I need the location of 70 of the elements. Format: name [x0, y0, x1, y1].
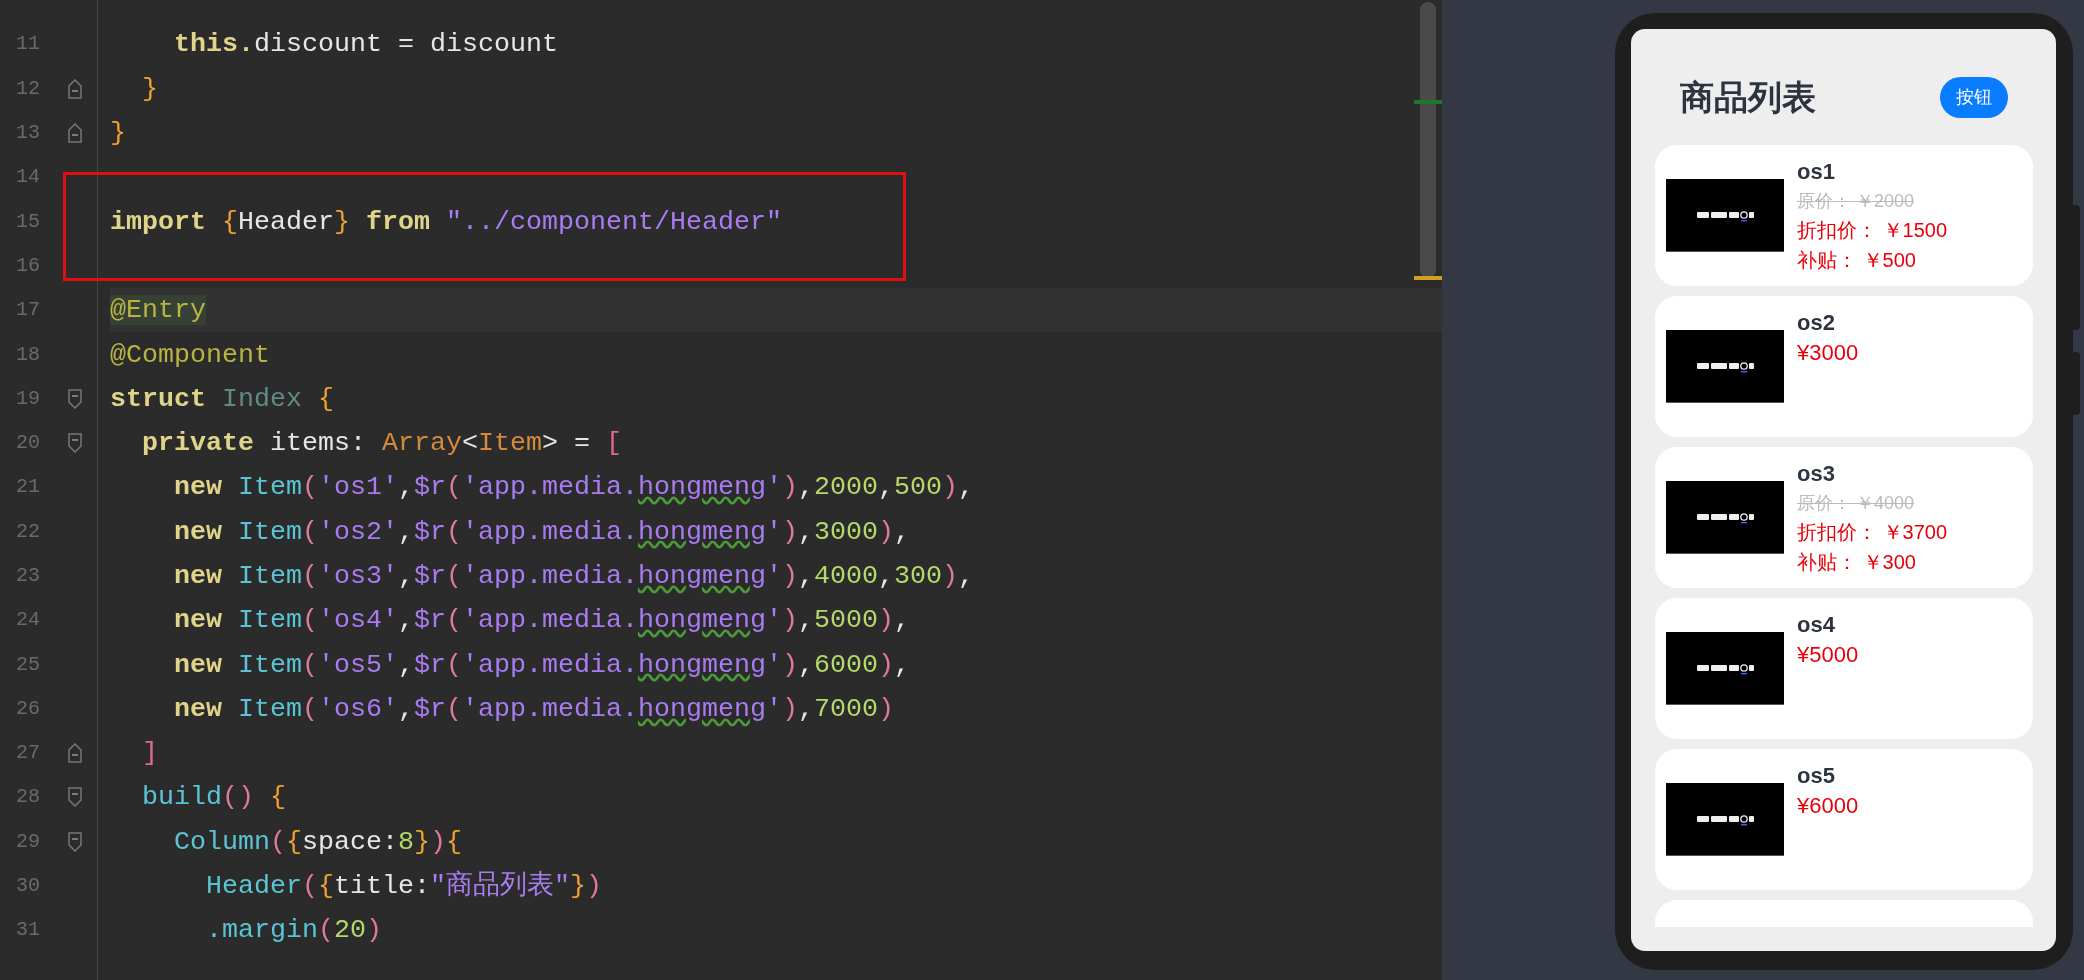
- line-number: 22: [15, 518, 40, 545]
- code-line: @Component: [110, 338, 270, 372]
- code-line: new Item('os3',$r('app.media.hongmeng'),4000,300),: [173, 560, 974, 593]
- line-number: 24: [15, 607, 40, 634]
- fold-icon[interactable]: [67, 743, 83, 764]
- code-line: new Item('os6',$r('app.media.hongmeng'),7000): [173, 692, 894, 726]
- line-number: 28: [15, 784, 40, 811]
- code-line: Column({space:8}){: [173, 825, 462, 859]
- subsidy-amount: 补贴： ￥300: [1797, 550, 1917, 575]
- code-line: new Item('os4',$r('app.media.hongmeng'),5000),: [173, 604, 910, 638]
- product-card[interactable]: os3 原价： ￥4000 折扣价： ￥3700 补贴： ￥300: [1655, 447, 2033, 588]
- fold-icon[interactable]: [67, 787, 83, 808]
- line-number: 15: [15, 208, 40, 235]
- line-number: 17: [15, 297, 40, 324]
- product-card[interactable]: os1 原价： ￥2000 折扣价： ￥1500 补贴： ￥500: [1655, 145, 2033, 286]
- code-line: new Item('os5',$r('app.media.hongmeng'),6000),: [173, 648, 910, 682]
- discount-price: 折扣价： ￥3700: [1797, 520, 1948, 545]
- code-line: build() {: [141, 781, 286, 815]
- product-price: ¥5000: [1797, 641, 1859, 669]
- original-price: 原价： ￥2000: [1797, 190, 1916, 213]
- line-number: 30: [15, 873, 40, 900]
- product-card[interactable]: os5 ¥6000: [1655, 749, 2033, 890]
- fold-icon[interactable]: [67, 433, 83, 454]
- line-number: 23: [15, 563, 40, 589]
- change-marker: [1414, 100, 1442, 104]
- warning-marker: [1414, 276, 1442, 280]
- header-button[interactable]: 按钮: [1940, 76, 2008, 118]
- code-line: .margin(20): [204, 914, 382, 948]
- fold-icon[interactable]: [67, 78, 83, 99]
- line-number: 20: [15, 430, 40, 457]
- product-card[interactable]: os4 ¥5000: [1655, 598, 2033, 739]
- line-number: 14: [15, 164, 40, 191]
- subsidy-amount: 补贴： ￥500: [1797, 248, 1917, 273]
- code-line: new Item('os2',$r('app.media.hongmeng'),3000),: [173, 515, 910, 549]
- line-number: 11: [15, 31, 40, 58]
- product-name: os3: [1797, 460, 1836, 488]
- product-price: ¥6000: [1797, 792, 1859, 820]
- line-number: 27: [15, 740, 40, 767]
- code-line: new Item('os1',$r('app.media.hongmeng'),2000,500),: [173, 471, 974, 505]
- line-number: 16: [15, 252, 40, 279]
- line-number: 18: [15, 341, 40, 368]
- product-name: os5: [1797, 762, 1836, 790]
- code-line: ]: [141, 737, 158, 771]
- discount-price: 折扣价： ￥1500: [1797, 218, 1948, 243]
- scrollbar-thumb[interactable]: [1420, 2, 1436, 278]
- page-title: 商品列表: [1680, 80, 1816, 114]
- line-number: 31: [15, 917, 40, 944]
- product-name: os1: [1797, 158, 1836, 186]
- line-number: 26: [15, 695, 40, 722]
- line-number: 25: [15, 651, 40, 678]
- line-number: 21: [15, 474, 40, 501]
- original-price: 原价： ￥4000: [1797, 492, 1916, 515]
- code-line: }: [110, 117, 126, 151]
- line-number: 29: [15, 828, 40, 855]
- fold-icon[interactable]: [67, 388, 83, 409]
- product-name: os2: [1797, 309, 1836, 337]
- code-line: struct Index {: [110, 382, 334, 416]
- code-line: }: [141, 72, 158, 106]
- code-line: Header({title:"商品列表"}): [204, 869, 602, 904]
- code-line: private items: Array<Item> = [: [141, 427, 622, 461]
- line-number: 12: [15, 75, 40, 102]
- code-line: this.discount = discount: [173, 28, 558, 62]
- product-price: ¥3000: [1797, 339, 1859, 367]
- line-number: 19: [15, 385, 40, 412]
- product-card[interactable]: os2 ¥3000: [1655, 296, 2033, 437]
- product-name: os4: [1797, 611, 1836, 639]
- code-line: import {Header} from "../component/Header": [110, 205, 782, 239]
- fold-icon[interactable]: [67, 831, 83, 852]
- fold-icon[interactable]: [67, 123, 83, 144]
- line-number: 13: [15, 120, 40, 147]
